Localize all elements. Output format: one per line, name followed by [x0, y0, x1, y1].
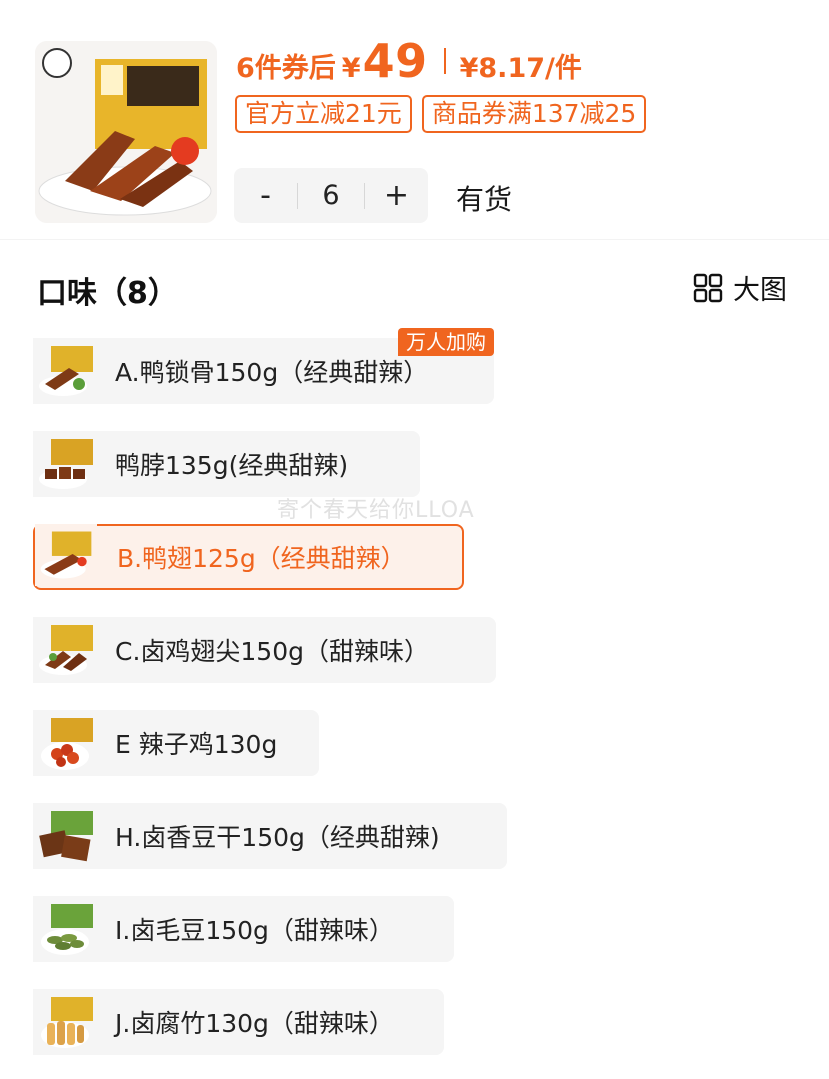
- flavor-option-label: B.鸭翅125g（经典甜辣）: [117, 544, 406, 573]
- flavor-option-label: 鸭脖135g(经典甜辣): [115, 451, 349, 480]
- flavor-option[interactable]: E 辣子鸡130g: [33, 710, 319, 776]
- flavor-option[interactable]: C.卤鸡翅尖150g（甜辣味）: [33, 617, 496, 683]
- decrease-button[interactable]: -: [234, 168, 297, 223]
- coupon-price: 49: [362, 34, 428, 88]
- quantity-value[interactable]: 6: [298, 180, 364, 211]
- flavor-thumbnail: [33, 803, 99, 869]
- flavor-option-label: C.卤鸡翅尖150g（甜辣味）: [115, 637, 429, 666]
- flavor-option-label: I.卤毛豆150g（甜辣味）: [115, 916, 394, 945]
- coupon-price-prefix: 6件券后: [236, 53, 336, 84]
- product-summary: 6件券后 ¥ 49 ¥8.17/件 官方立减21元 商品券满137减25 - 6…: [0, 0, 829, 240]
- flavor-thumbnail: [33, 710, 99, 776]
- flavor-option[interactable]: J.卤腐竹130g（甜辣味）: [33, 989, 444, 1055]
- flavor-option[interactable]: A.鸭锁骨150g（经典甜辣） 万人加购: [33, 328, 494, 404]
- flavor-thumbnail: [33, 431, 99, 497]
- flavor-thumbnail: [35, 524, 101, 590]
- flavor-option[interactable]: 鸭脖135g(经典甜辣): [33, 431, 420, 497]
- stock-status: 有货: [456, 183, 513, 216]
- quantity-stepper: - 6 +: [234, 168, 428, 223]
- flavor-title: 口味（8）: [37, 276, 178, 311]
- increase-button[interactable]: +: [365, 168, 428, 223]
- promo-tag-discount: 官方立减21元: [235, 95, 412, 133]
- flavor-thumbnail: [33, 896, 99, 962]
- big-image-toggle[interactable]: 大图: [693, 268, 787, 307]
- promo-tags: 官方立减21元 商品券满137减25: [235, 95, 647, 133]
- flavor-option-label: H.卤香豆干150g（经典甜辣): [115, 823, 440, 852]
- grid-icon: [693, 273, 723, 302]
- price-divider: [443, 48, 446, 74]
- flavor-option-label: A.鸭锁骨150g（经典甜辣）: [115, 358, 429, 387]
- flavor-thumbnail: [33, 989, 99, 1055]
- currency-symbol: ¥: [341, 53, 361, 84]
- flavor-thumbnail: [33, 338, 99, 404]
- flavor-option[interactable]: H.卤香豆干150g（经典甜辣): [33, 803, 507, 869]
- big-image-label: 大图: [733, 275, 787, 306]
- unit-price: ¥8.17/件: [459, 53, 582, 84]
- flavor-option-label: J.卤腐竹130g（甜辣味）: [115, 1009, 394, 1038]
- flavor-thumbnail: [33, 617, 99, 683]
- sku-selector: 6件券后 ¥ 49 ¥8.17/件 官方立减21元 商品券满137减25 - 6…: [0, 0, 829, 1079]
- price-line: 6件券后 ¥ 49 ¥8.17/件: [236, 34, 582, 88]
- flavor-option[interactable]: I.卤毛豆150g（甜辣味）: [33, 896, 454, 962]
- flavor-option-label: E 辣子鸡130g: [115, 730, 278, 759]
- popular-badge: 万人加购: [398, 328, 494, 356]
- product-image: [35, 41, 217, 223]
- promo-tag-coupon: 商品券满137减25: [421, 95, 647, 133]
- flavor-option-selected[interactable]: B.鸭翅125g（经典甜辣）: [33, 524, 464, 590]
